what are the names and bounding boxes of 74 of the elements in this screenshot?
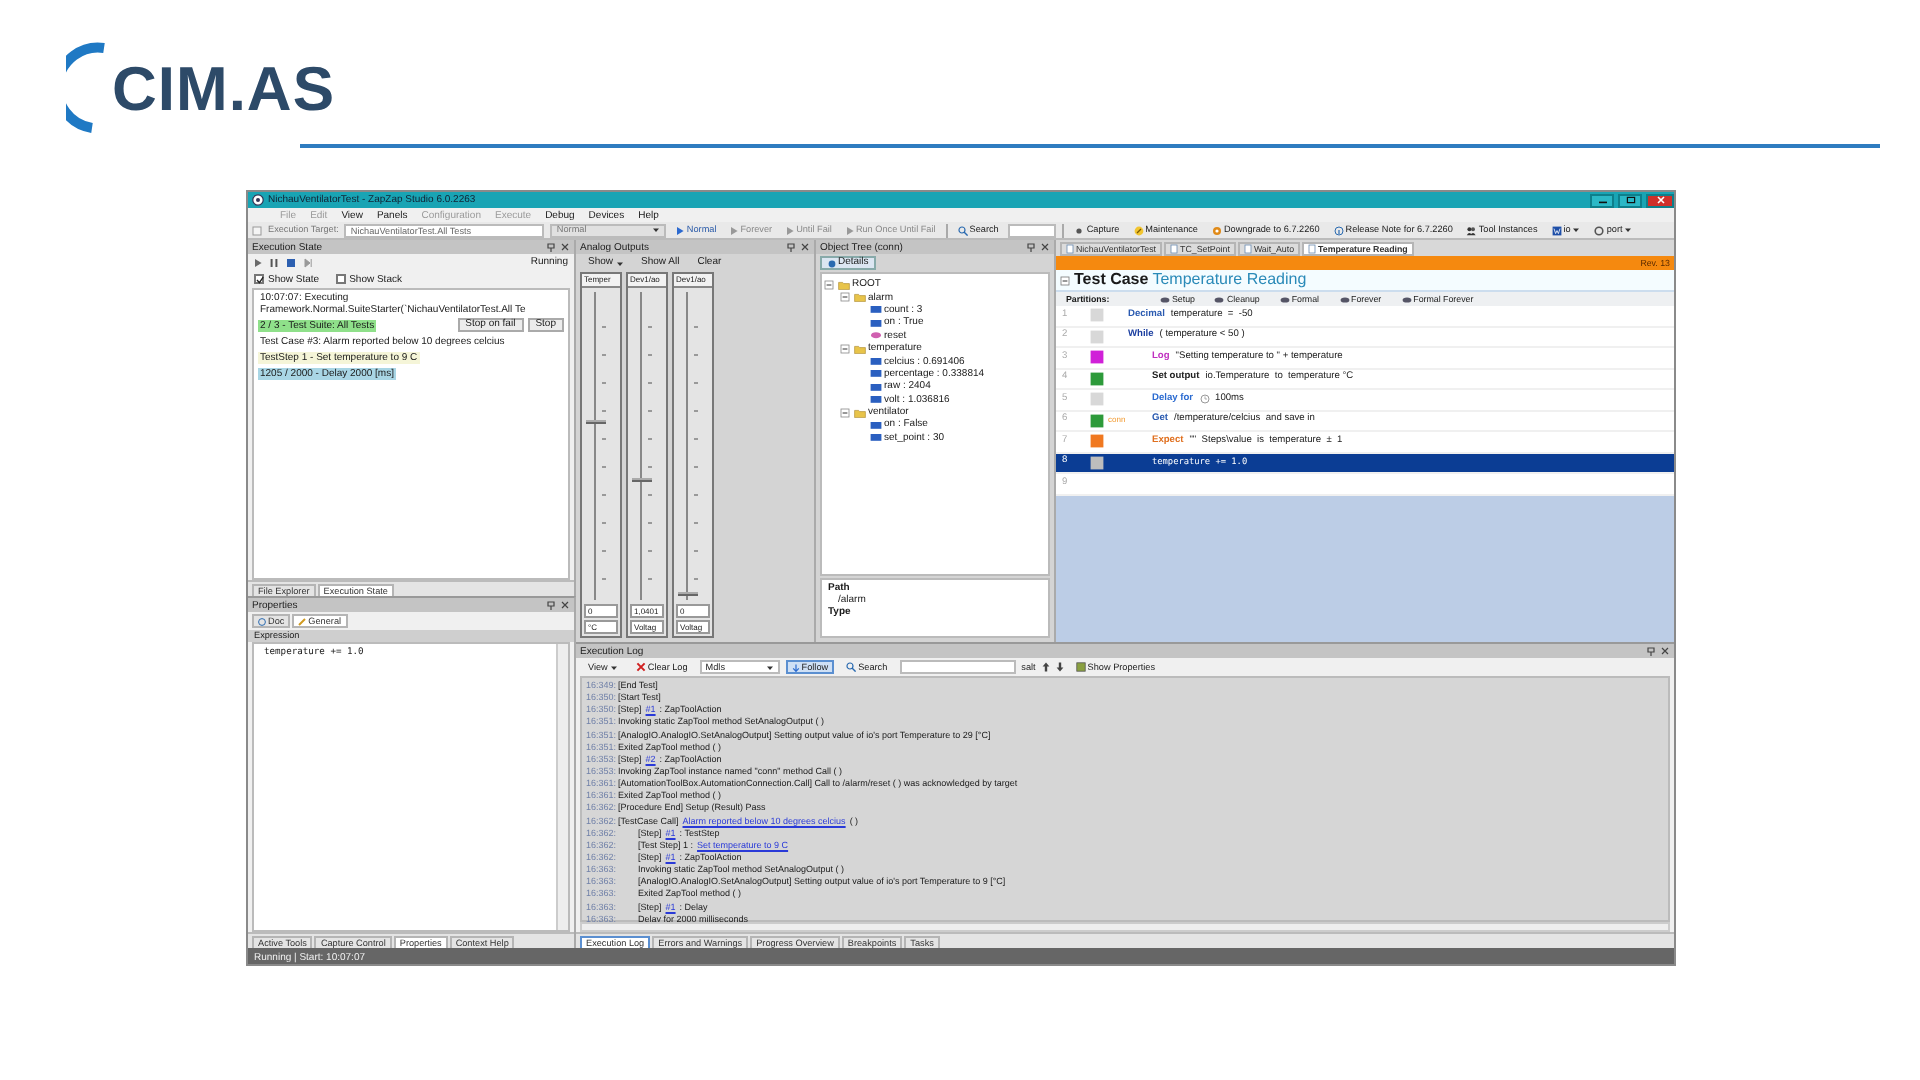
play-icon [845,225,854,235]
info-icon [258,617,266,625]
minimize-button[interactable] [1590,193,1614,207]
horizontal-scrollbar[interactable] [580,922,1670,932]
checkmark-icon [256,276,264,284]
close-icon[interactable] [800,242,810,252]
play-icon [676,225,685,235]
pencil-icon [298,617,307,625]
close-icon[interactable] [1660,646,1670,656]
clear-icon [635,662,646,672]
document-icon [1170,244,1179,254]
down-arrow-icon[interactable] [1055,662,1064,672]
caret-icon [652,226,661,234]
maximize-icon [1625,196,1635,204]
logo-text: CIM.AS [112,57,335,119]
document-icon [1308,244,1317,254]
caret-icon [1624,226,1633,234]
caret-icon [1572,226,1581,234]
eye-icon [1339,295,1350,303]
caret-icon [615,259,624,267]
slider-thumb[interactable] [632,477,652,482]
minimize-icon [1597,196,1607,204]
eye-icon [1160,295,1170,303]
maximize-button[interactable] [1618,193,1642,207]
eye-icon [1401,295,1412,303]
caret-icon [609,663,618,671]
search-field[interactable] [1008,223,1057,237]
search-icon [846,662,857,672]
slider-thumb[interactable] [586,419,606,424]
pin-icon[interactable] [546,242,556,252]
expander-icon[interactable] [840,292,850,303]
clock-icon [1199,394,1210,405]
close-icon[interactable] [560,600,570,610]
slider-thumb[interactable] [678,591,698,596]
test-case-heading: Test Case [1074,270,1149,290]
document-icon [1243,244,1252,254]
play-icon [730,225,739,235]
logo-arc-icon [66,40,110,136]
step-icon [304,257,314,267]
eye-icon [1214,295,1225,303]
search-field[interactable] [899,660,1016,674]
stop-icon [286,257,296,267]
action-icon [869,330,881,341]
info-icon [828,259,836,267]
properties-icon [1075,662,1086,672]
info-icon [1333,225,1344,235]
document-icon [1066,244,1074,254]
record-icon [1074,225,1085,235]
people-icon [1466,225,1477,235]
up-arrow-icon[interactable] [1041,662,1050,672]
expander-icon[interactable] [824,279,834,290]
pause-icon [270,257,278,267]
expander-icon[interactable] [840,343,850,354]
folder-icon [853,407,865,418]
close-button[interactable] [1646,193,1674,207]
play-icon [254,257,262,267]
pin-icon[interactable] [786,242,796,252]
folder-icon [853,343,865,354]
close-icon [1655,196,1665,204]
search-icon [957,225,968,235]
pin-icon[interactable] [1026,242,1036,252]
close-icon[interactable] [1040,242,1050,252]
eye-icon [1279,295,1290,303]
follow-icon [791,663,800,671]
caret-icon [765,663,774,671]
close-icon[interactable] [560,242,570,252]
app-icon [252,194,264,206]
expander-icon[interactable] [840,407,850,418]
play-icon [786,225,795,235]
pin-icon[interactable] [546,600,556,610]
board-icon [1551,225,1562,235]
collapse-icon[interactable] [1060,275,1070,285]
test-case-name: Temperature Reading [1152,270,1307,290]
pin-icon[interactable] [1646,646,1656,656]
